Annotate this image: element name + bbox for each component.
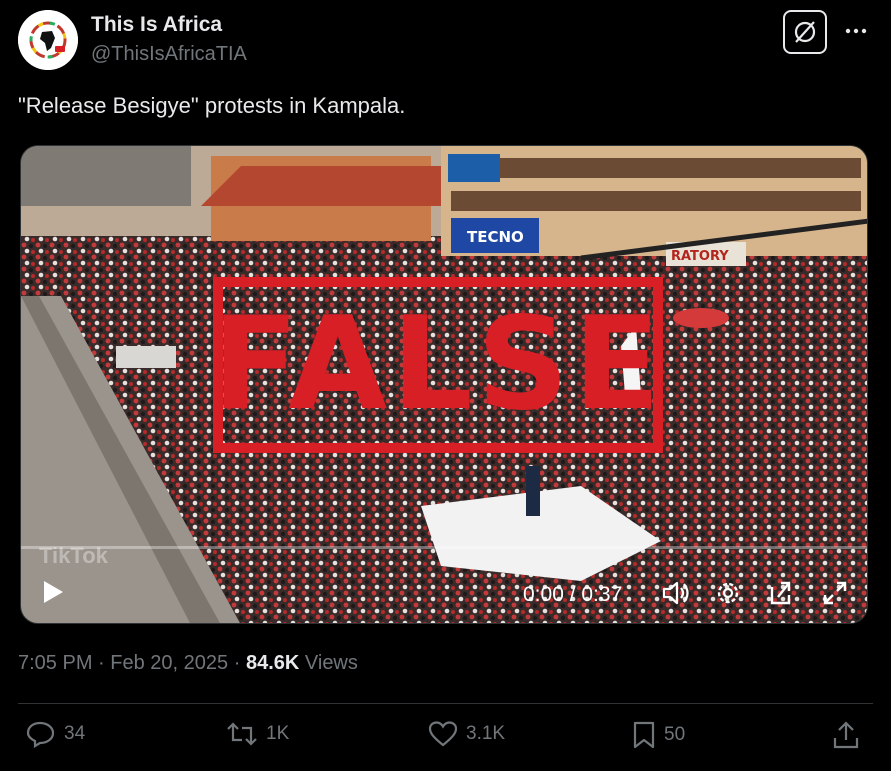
like-count: 3.1K — [466, 723, 506, 744]
false-stamp-text: FALSE — [211, 290, 665, 439]
divider — [18, 703, 873, 704]
post-time[interactable]: 7:05 PM — [18, 652, 92, 674]
bookmark-button[interactable]: 50 — [632, 720, 685, 750]
settings-icon[interactable] — [714, 579, 742, 607]
reply-count: 34 — [64, 723, 86, 744]
action-bar: 34 1K 3.1K 50 — [0, 720, 891, 760]
author-avatar[interactable] — [18, 10, 78, 70]
like-icon — [428, 721, 458, 747]
volume-icon[interactable] — [661, 579, 691, 607]
more-icon — [845, 28, 867, 34]
bookmark-count: 50 — [664, 724, 686, 745]
false-stamp: FALSE — [211, 277, 665, 453]
author-name[interactable]: This Is Africa — [91, 13, 222, 37]
meta-separator: · — [98, 652, 105, 674]
grok-icon — [794, 21, 816, 43]
more-button[interactable] — [839, 14, 873, 48]
share-button[interactable] — [832, 720, 860, 750]
sign-ratory: RATORY — [671, 249, 729, 264]
like-button[interactable]: 3.1K — [428, 720, 505, 748]
repost-button[interactable]: 1K — [226, 720, 289, 748]
post-meta: 7:05 PM · Feb 20, 2025 · 84.6K Views — [18, 652, 358, 675]
reply-icon — [26, 721, 55, 748]
meta-separator: · — [233, 652, 241, 674]
post-date[interactable]: Feb 20, 2025 — [110, 652, 228, 674]
progress-bar[interactable] — [21, 546, 867, 549]
play-icon[interactable] — [41, 579, 65, 605]
share-icon — [833, 721, 859, 749]
video-player[interactable]: TECNO RATORY FALSE TikTok 0:00 / 0:37 — [20, 145, 868, 624]
post-header: This Is Africa @ThisIsAfricaTIA — [18, 8, 873, 72]
sign-tecno: TECNO — [467, 228, 524, 246]
bookmark-icon — [633, 721, 655, 749]
video-controls: 0:00 / 0:37 — [21, 551, 867, 623]
repost-icon — [227, 722, 257, 746]
views-label: Views — [304, 652, 358, 674]
fullscreen-icon[interactable] — [821, 579, 849, 607]
author-handle[interactable]: @ThisIsAfricaTIA — [91, 43, 247, 66]
post-text: "Release Besigye" protests in Kampala. — [18, 93, 406, 118]
video-time: 0:00 / 0:37 — [523, 583, 623, 606]
grok-button[interactable] — [783, 10, 827, 54]
repost-count: 1K — [266, 723, 290, 744]
popout-icon[interactable] — [767, 579, 797, 607]
views-count: 84.6K — [245, 652, 300, 674]
reply-button[interactable]: 34 — [26, 720, 85, 748]
